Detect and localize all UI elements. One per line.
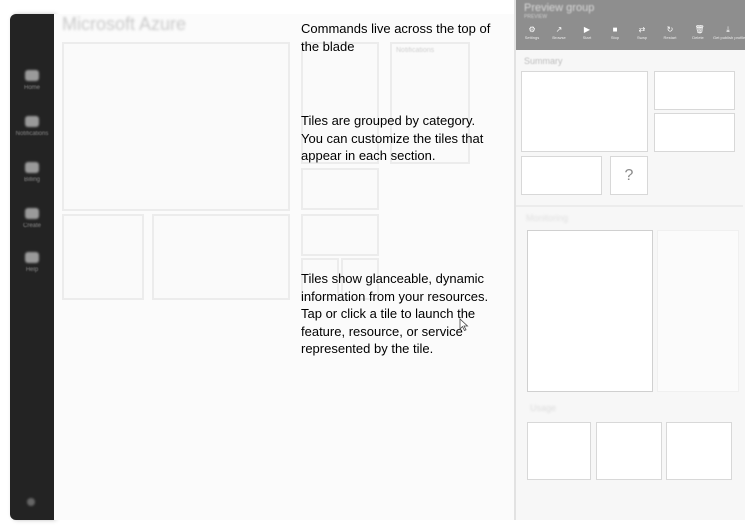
blade-command-bar: Preview group PREVIEW ⚙ Settings ↗ Brows… <box>516 0 745 50</box>
restart-icon: ↻ <box>666 25 674 34</box>
sidebar: Home Notifications Billing Create Help <box>10 14 54 520</box>
stop-icon: ■ <box>612 25 618 34</box>
start-icon: ▶ <box>583 25 591 34</box>
settings-icon: ⚙ <box>528 25 536 34</box>
section-label-summary: Summary <box>524 56 563 66</box>
annotation-line: Tiles show glanceable, dynamic <box>301 271 485 286</box>
command-label: Start <box>582 35 592 40</box>
monitoring-tile[interactable] <box>657 230 739 392</box>
summary-tile[interactable] <box>521 156 602 195</box>
settings-button[interactable]: ⚙ Settings <box>520 26 544 40</box>
monitoring-tile[interactable] <box>527 230 653 392</box>
dashboard-tile[interactable] <box>152 214 290 300</box>
annotation-line: represented by the tile. <box>301 341 434 356</box>
get-publish-profile-icon: ⤓ <box>726 25 730 34</box>
command-label: Get publish profile <box>713 35 746 40</box>
section-label-usage: Usage <box>530 403 557 413</box>
command-label: Browse <box>552 35 566 40</box>
dashboard-tile[interactable] <box>62 42 290 211</box>
summary-tile[interactable] <box>654 71 735 110</box>
blade-subtitle: PREVIEW <box>524 14 548 20</box>
sidebar-item-label: Create <box>22 223 41 229</box>
start-button[interactable]: ▶ Start <box>575 26 599 40</box>
sidebar-item-label: Home <box>23 85 40 91</box>
help-tile[interactable]: ? <box>610 156 648 195</box>
sidebar-item-billing[interactable]: Billing <box>10 162 54 183</box>
annotation-tile-groups: Tiles are grouped by category. You can c… <box>301 112 483 165</box>
mouse-cursor-icon <box>459 318 469 331</box>
user-icon[interactable] <box>27 498 35 506</box>
usage-tile[interactable] <box>527 422 591 480</box>
swap-icon: ⇄ <box>638 25 646 34</box>
sidebar-item-label: Notifications <box>15 131 49 137</box>
annotation-line: the blade <box>301 38 355 54</box>
dashboard-tile[interactable] <box>301 168 379 210</box>
portal-title: Microsoft Azure <box>62 14 187 34</box>
usage-tile[interactable] <box>596 422 662 480</box>
delete-button[interactable]: 🗑 Delete <box>686 26 710 40</box>
section-label-monitoring: Monitoring <box>526 213 569 223</box>
blade-title: Preview group <box>524 2 595 14</box>
command-label: Stop <box>610 35 620 40</box>
annotation-line: information from your resources. <box>301 288 489 304</box>
get-publish-profile-button[interactable]: ⤓ Get publish profile <box>713 25 746 40</box>
annotation-tiles: Tiles show glanceable, dynamic informati… <box>301 270 488 358</box>
delete-icon: 🗑 <box>694 25 705 34</box>
annotation-line: appear in each section. <box>301 148 436 163</box>
browse-icon <box>25 70 39 81</box>
section-divider <box>516 205 743 207</box>
annotation-line: You can customize the tiles that <box>301 130 484 146</box>
command-label: Swap <box>636 35 647 40</box>
browse-button[interactable]: ↗ Browse <box>547 26 571 40</box>
summary-tile[interactable] <box>654 113 735 152</box>
sidebar-item-label: Billing <box>23 177 40 183</box>
usage-tile[interactable] <box>666 422 732 480</box>
stop-button[interactable]: ■ Stop <box>603 26 627 40</box>
browse-icon: ↗ <box>555 25 563 34</box>
command-label: Restart <box>663 35 677 40</box>
annotation-line: Tiles are grouped by category. <box>301 113 476 128</box>
restart-button[interactable]: ↻ Restart <box>658 26 682 40</box>
sidebar-item-help[interactable]: Help <box>10 252 54 273</box>
create-icon <box>25 208 39 219</box>
sidebar-item-label: Help <box>25 267 39 273</box>
sidebar-item-home[interactable]: Home <box>10 70 54 91</box>
sidebar-item-create[interactable]: Create <box>10 208 54 229</box>
dashboard-tile[interactable] <box>62 214 144 300</box>
help-icon <box>25 252 39 263</box>
swap-button[interactable]: ⇄ Swap <box>630 26 654 40</box>
billing-icon <box>25 162 39 173</box>
annotation-line: Commands live across the top of <box>301 21 491 36</box>
command-label: Settings <box>524 35 540 40</box>
command-label: Delete <box>692 35 704 40</box>
dashboard-tile[interactable] <box>301 214 379 256</box>
notifications-icon <box>25 116 39 127</box>
annotation-commands: Commands live across the top of the blad… <box>301 20 490 55</box>
sidebar-item-notifications[interactable]: Notifications <box>10 116 54 137</box>
summary-tile[interactable] <box>521 71 648 152</box>
